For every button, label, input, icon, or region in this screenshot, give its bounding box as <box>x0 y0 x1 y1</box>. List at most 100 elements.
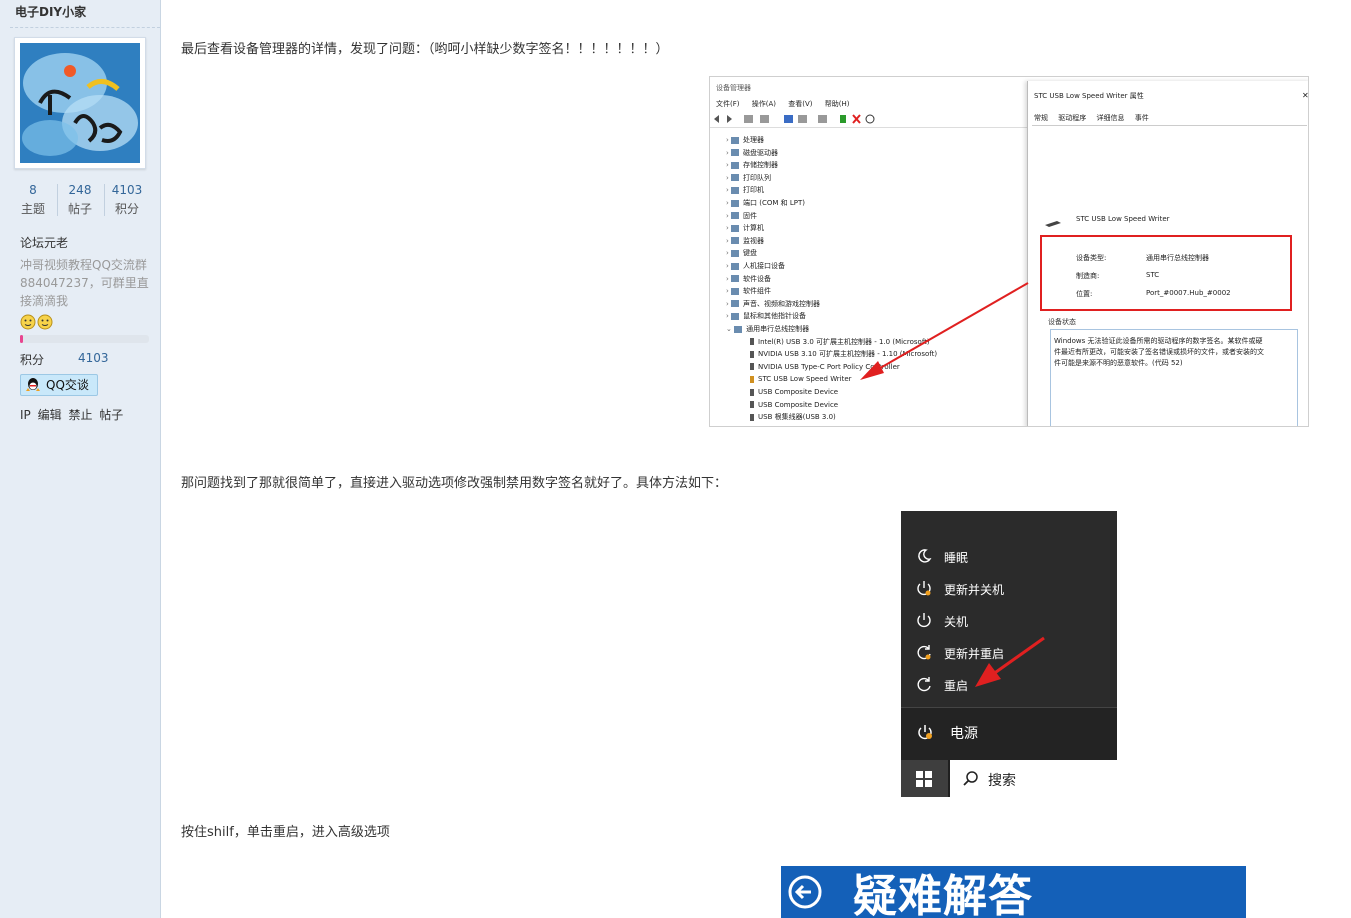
dm-tree-item-label: 打印机 <box>743 186 765 195</box>
dm-tree-item-label: 鼠标和其他指针设备 <box>743 312 807 321</box>
power-icon <box>918 725 932 740</box>
usb-icon <box>750 388 754 396</box>
stat-posts[interactable]: 248 帖子 <box>57 182 103 218</box>
dm-usb-device-item[interactable]: USB Composite Device <box>750 399 838 411</box>
dm-menu-file: 文件(F) <box>716 100 740 108</box>
power-menu-item-label: 重启 <box>944 679 969 693</box>
power-button[interactable]: 电源 <box>901 707 1117 760</box>
prop-tabs: 常规 驱动程序 详细信息 事件 <box>1034 113 1157 123</box>
points-label: 积分 <box>20 353 45 367</box>
stat-posts-value[interactable]: 248 <box>57 182 103 198</box>
device-manager-screenshot[interactable]: 设备管理器 文件(F) 操作(A) 查看(V) 帮助(H) › 处理器 › 磁盘驱… <box>709 76 1309 427</box>
dm-tree-item-label: 软件组件 <box>743 287 772 296</box>
dm-tree-item[interactable]: › 存储控制器 <box>726 159 778 171</box>
stat-threads-value[interactable]: 8 <box>10 182 56 198</box>
avatar[interactable] <box>14 37 146 169</box>
post-paragraph-1: 最后查看设备管理器的详情，发现了问题：（哟呵小样缺少数字签名！！！！！！！） <box>181 42 669 57</box>
device-category-icon <box>731 186 740 194</box>
search-icon <box>963 771 978 786</box>
dm-tree-item-label: 通用串行总线控制器 <box>746 325 810 333</box>
back-arrow-icon <box>788 875 822 909</box>
dm-usb-device-item[interactable]: NVIDIA USB Type-C Port Policy Controller <box>750 361 900 373</box>
dm-tree-item[interactable]: › 打印队列 <box>726 172 771 184</box>
power-menu-item[interactable]: 关机 <box>901 605 1117 637</box>
close-icon[interactable]: ✕ <box>1302 91 1308 100</box>
chevron-down-icon[interactable]: ⌄ <box>726 325 734 333</box>
power-menu-item-label: 更新并重启 <box>944 647 1005 661</box>
dm-menu-view: 查看(V) <box>788 100 813 108</box>
user-group[interactable]: 论坛元老 <box>20 234 68 251</box>
dm-usb-device-item[interactable]: USB Composite Device <box>750 386 838 398</box>
dm-tree-item[interactable]: › 计算机 <box>726 222 764 234</box>
dm-tree-item[interactable]: › 打印机 <box>726 184 764 196</box>
dm-menu-help: 帮助(H) <box>824 100 850 108</box>
device-category-icon <box>731 237 740 245</box>
dm-tree-item[interactable]: › 鼠标和其他指针设备 <box>726 310 806 322</box>
stat-points-value[interactable]: 4103 <box>104 182 150 198</box>
dm-toolbar <box>710 111 1028 128</box>
usb-icon <box>750 401 754 409</box>
device-category-icon <box>734 325 743 333</box>
prop-tab-details[interactable]: 详细信息 <box>1096 114 1124 122</box>
power-menu-item[interactable]: 睡眠 <box>901 541 1117 573</box>
dm-usb-device-item[interactable]: USB 根集线器(USB 3.0) <box>750 411 836 423</box>
dm-tree-item[interactable]: › 固件 <box>726 210 757 222</box>
admin-link-ban[interactable]: 禁止 <box>68 408 92 422</box>
stat-threads[interactable]: 8 主题 <box>10 182 56 218</box>
power-menu-item[interactable]: 重启 <box>901 669 1117 701</box>
dm-tree-item[interactable]: › 人机接口设备 <box>726 260 785 272</box>
admin-link-posts[interactable]: 帖子 <box>99 408 123 422</box>
dm-tree-item[interactable]: › 键盘 <box>726 247 757 259</box>
power-label: 电源 <box>950 726 978 742</box>
admin-link-edit[interactable]: 编辑 <box>38 408 62 422</box>
troubleshoot-screenshot[interactable]: 疑难解答 <box>781 866 1246 918</box>
dm-usb-device-label: STC USB Low Speed Writer <box>758 375 852 384</box>
usb-icon <box>750 350 754 358</box>
power-menu-screenshot[interactable]: 睡眠 更新并关机关机更新并重启重启 电源 搜索 <box>901 511 1117 797</box>
dm-tree-item[interactable]: › 软件组件 <box>726 285 771 297</box>
dm-tree-item[interactable]: › 磁盘驱动器 <box>726 147 778 159</box>
dm-tree-item[interactable]: › 端口 (COM 和 LPT) <box>726 197 805 209</box>
stat-threads-label: 主题 <box>20 202 45 216</box>
prop-tab-driver[interactable]: 驱动程序 <box>1058 114 1086 122</box>
author-username[interactable]: 电子DIY小家 <box>15 3 86 20</box>
points-row: 积分 4103 <box>20 351 109 368</box>
power-menu-item[interactable]: 更新并重启 <box>901 637 1117 669</box>
dm-toolbar-icons <box>714 114 875 124</box>
author-sidebar: 电子DIY小家 8 主题 248 帖子 4103 积分 论坛元老 冲哥视频教程Q… <box>0 0 161 918</box>
device-category-icon <box>731 149 740 157</box>
dm-usb-device-item[interactable]: STC USB Low Speed Writer <box>750 373 852 385</box>
dm-tree-item[interactable]: › 监视器 <box>726 235 764 247</box>
windows-logo-icon <box>916 771 932 787</box>
stat-points-label: 积分 <box>114 202 139 216</box>
annotation-red-box <box>1040 235 1292 311</box>
taskbar-search-box[interactable]: 搜索 <box>950 760 1117 797</box>
dm-usb-device-item[interactable]: NVIDIA USB 3.10 可扩展主机控制器 - 1.10 (Microso… <box>750 348 937 360</box>
stat-posts-label: 帖子 <box>67 202 92 216</box>
dm-tree-item[interactable]: ⌄ 通用串行总线控制器 <box>726 323 809 335</box>
admin-link-ip[interactable]: IP <box>20 408 31 422</box>
prop-tab-events[interactable]: 事件 <box>1135 114 1149 122</box>
prop-device-name: STC USB Low Speed Writer <box>1076 215 1170 223</box>
dm-usb-device-label: NVIDIA USB 3.10 可扩展主机控制器 - 1.10 (Microso… <box>758 350 938 359</box>
prop-tab-general[interactable]: 常规 <box>1034 114 1048 122</box>
dm-tree-item-label: 固件 <box>743 211 758 220</box>
dm-tree-item[interactable]: › 软件设备 <box>726 273 771 285</box>
level-progress-bar <box>20 335 149 343</box>
power-menu-item-label: 关机 <box>944 615 969 629</box>
qq-chat-button[interactable]: QQ交谈 <box>20 374 98 396</box>
dm-menubar: 文件(F) 操作(A) 查看(V) 帮助(H) <box>716 99 859 109</box>
start-button[interactable] <box>901 760 948 797</box>
power-menu-item[interactable]: 更新并关机 <box>901 573 1117 605</box>
device-category-icon <box>731 199 740 207</box>
update-shutdown-icon <box>917 581 931 596</box>
device-category-icon <box>731 249 740 257</box>
dm-usb-device-item[interactable]: Intel(R) USB 3.0 可扩展主机控制器 - 1.0 (Microso… <box>750 336 930 348</box>
dm-tree-item[interactable]: › 声音、视频和游戏控制器 <box>726 298 820 310</box>
dm-usb-device-label: USB Composite Device <box>758 388 839 396</box>
dm-tree-item[interactable]: › 处理器 <box>726 134 764 146</box>
stat-points[interactable]: 4103 积分 <box>104 182 150 218</box>
device-category-icon <box>731 174 740 182</box>
usb-icon <box>750 413 754 421</box>
dm-tree-item-label: 磁盘驱动器 <box>743 148 779 157</box>
